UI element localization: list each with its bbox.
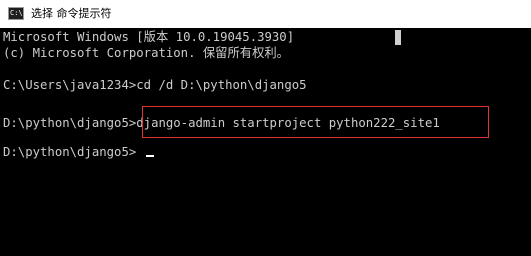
window-title: 选择 命令提示符 <box>31 7 112 20</box>
terminal-icon: C:\ <box>8 7 24 20</box>
scroll-marker <box>395 30 401 45</box>
console-area[interactable]: Microsoft Windows [版本 10.0.19045.3930] (… <box>0 28 531 256</box>
console-line-copyright: (c) Microsoft Corporation. 保留所有权利。 <box>3 46 289 60</box>
command-highlight-box <box>142 106 489 138</box>
title-bar[interactable]: C:\ 选择 命令提示符 <box>0 0 531 28</box>
terminal-icon-glyph: C:\ <box>10 9 23 17</box>
text-cursor <box>146 155 154 157</box>
console-line-cd-command: C:\Users\java1234>cd /d D:\python\django… <box>3 78 307 92</box>
console-line-prompt: D:\python\django5> <box>3 145 137 159</box>
console-line-version: Microsoft Windows [版本 10.0.19045.3930] <box>3 30 295 44</box>
